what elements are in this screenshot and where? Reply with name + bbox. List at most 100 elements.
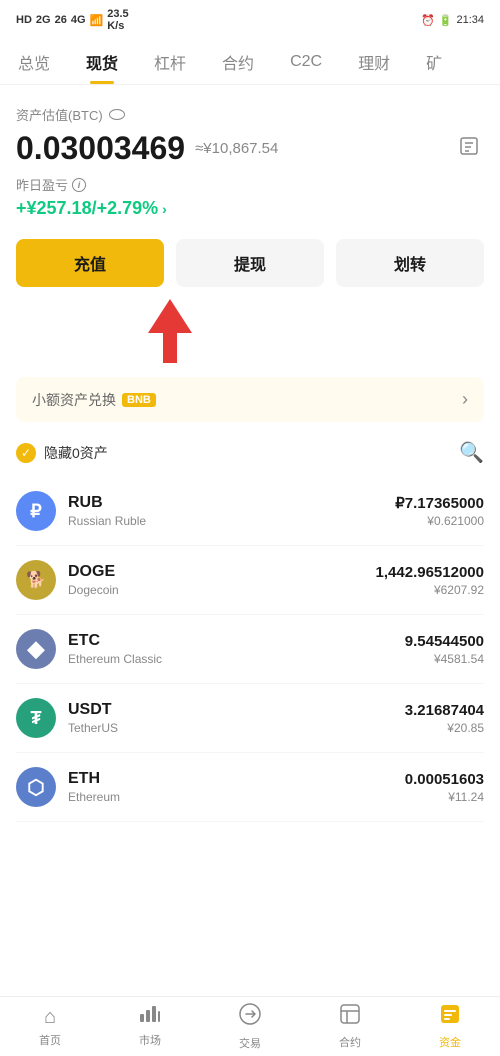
market-label: 市场 <box>139 1032 161 1048</box>
signal-strength: 26 <box>55 14 67 26</box>
list-item[interactable]: ⬡ ETH Ethereum 0.00051603 ¥11.24 <box>16 753 484 822</box>
tab-c2c[interactable]: C2C <box>272 43 340 81</box>
rub-amount: ₽7.17365000 <box>395 494 484 512</box>
rub-name: Russian Ruble <box>68 514 395 528</box>
main-content: 资产估值(BTC) 0.03003469 ≈¥10,867.54 昨日盈亏 i … <box>0 85 500 892</box>
rub-info: RUB Russian Ruble <box>68 494 395 528</box>
usdt-info: USDT TetherUS <box>68 701 405 735</box>
deposit-button[interactable]: 充值 <box>16 239 164 287</box>
search-icon[interactable]: 🔍 <box>459 440 484 465</box>
etc-symbol: ETC <box>68 632 405 650</box>
rub-icon: ₽ <box>16 491 56 531</box>
status-bar: HD 2G 26 4G 📶 23.5K/s ⏰ 🔋 21:34 <box>0 0 500 36</box>
etc-icon: ◆ <box>16 629 56 669</box>
eth-symbol: ETH <box>68 770 405 788</box>
top-nav: 总览 现货 杠杆 合约 C2C 理财 矿 <box>0 36 500 85</box>
doge-name: Dogecoin <box>68 583 376 597</box>
pnl-value: +¥257.18/+2.79% › <box>16 198 484 219</box>
trade-label: 交易 <box>239 1035 261 1051</box>
list-item[interactable]: ₽ RUB Russian Ruble ₽7.17365000 ¥0.62100… <box>16 477 484 546</box>
etc-cny: ¥4581.54 <box>405 652 484 666</box>
etc-info: ETC Ethereum Classic <box>68 632 405 666</box>
eth-amount: 0.00051603 <box>405 771 484 788</box>
yesterday-pnl-label: 昨日盈亏 i <box>16 175 484 194</box>
bottom-nav-trade[interactable]: 交易 <box>200 996 300 1056</box>
wifi-icon: 📶 <box>90 14 104 27</box>
etc-name: Ethereum Classic <box>68 652 405 666</box>
tab-wealth[interactable]: 理财 <box>340 40 408 84</box>
alarm-icon: ⏰ <box>421 14 435 27</box>
doge-amount: 1,442.96512000 <box>376 564 484 581</box>
btc-value: 0.03003469 ≈¥10,867.54 <box>16 130 278 167</box>
assets-icon <box>439 1003 461 1031</box>
pnl-chevron[interactable]: › <box>162 201 167 217</box>
asset-label: 资产估值(BTC) <box>16 105 484 124</box>
usdt-name: TetherUS <box>68 721 405 735</box>
list-item[interactable]: 🐕 DOGE Dogecoin 1,442.96512000 ¥6207.92 <box>16 546 484 615</box>
tab-spot[interactable]: 现货 <box>68 40 136 84</box>
cny-approx: ≈¥10,867.54 <box>195 140 278 157</box>
tab-mining[interactable]: 矿 <box>408 40 460 84</box>
eth-name: Ethereum <box>68 790 405 804</box>
signal-4g: 4G <box>71 14 86 26</box>
usdt-values: 3.21687404 ¥20.85 <box>405 702 484 735</box>
tab-contract[interactable]: 合约 <box>204 40 272 84</box>
eye-icon[interactable] <box>109 109 125 120</box>
annotation-arrow <box>16 295 484 363</box>
doge-icon: 🐕 <box>16 560 56 600</box>
usdt-icon: ₮ <box>16 698 56 738</box>
doge-info: DOGE Dogecoin <box>68 563 376 597</box>
hd-indicator: HD <box>16 14 32 26</box>
trade-icon <box>238 1002 262 1032</box>
action-buttons: 充值 提现 划转 <box>16 239 484 287</box>
bottom-nav-futures[interactable]: 合约 <box>300 997 400 1056</box>
check-icon: ✓ <box>16 443 36 463</box>
bnb-badge: BNB <box>122 393 156 407</box>
futures-label: 合约 <box>339 1034 361 1050</box>
rub-symbol: RUB <box>68 494 395 512</box>
battery-icon: 🔋 <box>439 14 453 27</box>
rub-values: ₽7.17365000 ¥0.621000 <box>395 494 484 528</box>
bottom-nav-market[interactable]: 市场 <box>100 999 200 1054</box>
transfer-button[interactable]: 划转 <box>336 239 484 287</box>
usdt-symbol: USDT <box>68 701 405 719</box>
info-icon: i <box>72 178 86 192</box>
banner-chevron-icon: › <box>462 389 468 410</box>
etc-amount: 9.54544500 <box>405 633 484 650</box>
time-display: 21:34 <box>456 14 484 26</box>
status-right: ⏰ 🔋 21:34 <box>421 14 484 27</box>
doge-symbol: DOGE <box>68 563 376 581</box>
history-icon[interactable] <box>458 135 480 162</box>
usdt-cny: ¥20.85 <box>405 721 484 735</box>
eth-values: 0.00051603 ¥11.24 <box>405 771 484 804</box>
speed-indicator: 23.5K/s <box>107 8 128 32</box>
doge-values: 1,442.96512000 ¥6207.92 <box>376 564 484 597</box>
doge-cny: ¥6207.92 <box>376 583 484 597</box>
eth-icon: ⬡ <box>16 767 56 807</box>
etc-values: 9.54544500 ¥4581.54 <box>405 633 484 666</box>
withdraw-button[interactable]: 提现 <box>176 239 324 287</box>
list-item[interactable]: ₮ USDT TetherUS 3.21687404 ¥20.85 <box>16 684 484 753</box>
hide-label: 隐藏0资产 <box>44 443 108 463</box>
assets-label: 资金 <box>439 1034 461 1050</box>
signal-2g: 2G <box>36 14 51 26</box>
list-item[interactable]: ◆ ETC Ethereum Classic 9.54544500 ¥4581.… <box>16 615 484 684</box>
hide-assets-row: ✓ 隐藏0资产 🔍 <box>16 436 484 469</box>
home-label: 首页 <box>39 1032 61 1048</box>
tab-leverage[interactable]: 杠杆 <box>136 40 204 84</box>
hide-zero-assets[interactable]: ✓ 隐藏0资产 <box>16 443 108 463</box>
banner-text: 小额资产兑换 BNB <box>32 390 156 410</box>
usdt-amount: 3.21687404 <box>405 702 484 719</box>
bottom-nav: ⌂ 首页 市场 交易 合约 资金 <box>0 996 500 1056</box>
home-icon: ⌂ <box>44 1006 56 1029</box>
rub-cny: ¥0.621000 <box>395 514 484 528</box>
tab-overview[interactable]: 总览 <box>0 40 68 84</box>
market-icon <box>139 1005 161 1029</box>
status-left: HD 2G 26 4G 📶 23.5K/s <box>16 8 129 32</box>
futures-icon <box>339 1003 361 1031</box>
eth-info: ETH Ethereum <box>68 770 405 804</box>
bottom-nav-home[interactable]: ⌂ 首页 <box>0 1000 100 1054</box>
eth-cny: ¥11.24 <box>405 790 484 804</box>
bottom-nav-assets[interactable]: 资金 <box>400 997 500 1056</box>
small-assets-banner[interactable]: 小额资产兑换 BNB › <box>16 377 484 422</box>
